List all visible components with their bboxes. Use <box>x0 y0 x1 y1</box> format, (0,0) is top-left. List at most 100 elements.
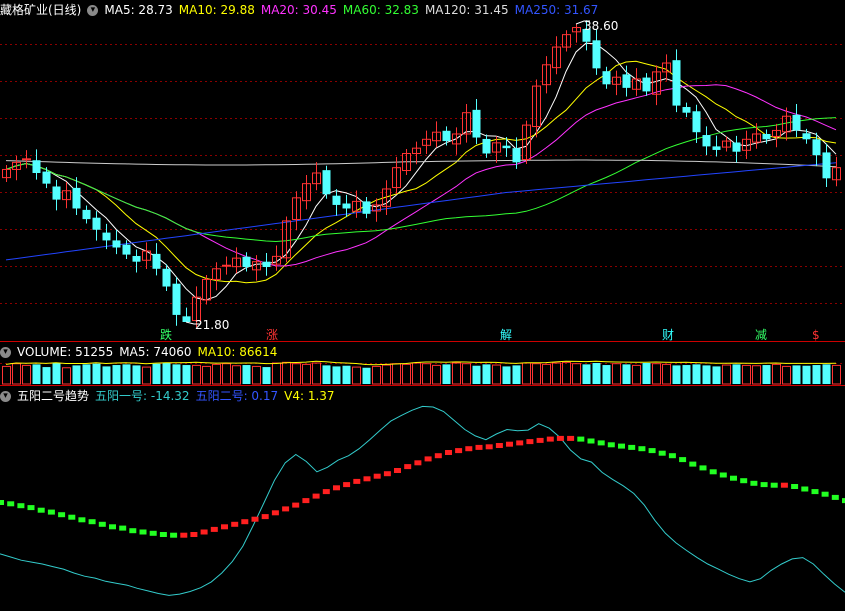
main-header: 藏格矿业(日线) ▾ MA5: 28.73 MA10: 29.88 MA20: 30.4… <box>0 1 610 19</box>
indicator-line1-label: 五阳一号: -14.32 <box>95 389 190 403</box>
volume-bar <box>792 365 801 384</box>
trend-block <box>445 450 452 455</box>
trend-block <box>404 464 412 470</box>
volume-bar <box>612 363 621 385</box>
trend-block <box>394 468 401 473</box>
indicator-line2-label: 五阳二号: 0.17 <box>195 389 279 403</box>
volume-bar <box>302 363 311 385</box>
event-marker[interactable]: 财 <box>662 328 674 342</box>
volume-bar <box>292 363 301 385</box>
event-marker[interactable]: $ <box>812 328 820 342</box>
volume-bar <box>582 364 591 384</box>
trend-block <box>373 473 381 479</box>
trend-block <box>506 441 513 447</box>
volume-bars <box>2 360 841 385</box>
volume-bar <box>212 363 221 385</box>
volume-bar <box>682 365 691 384</box>
trend-block <box>668 453 676 459</box>
candle-body <box>712 146 721 150</box>
volume-bar <box>252 365 261 385</box>
trend-block <box>221 524 228 530</box>
volume-bar <box>742 364 751 385</box>
trend-block <box>139 529 147 535</box>
trend-block <box>58 512 66 518</box>
trend-block <box>383 471 391 477</box>
volume-bar <box>502 366 511 384</box>
volume-bar <box>552 362 561 385</box>
trend-block <box>261 514 269 520</box>
volume-bar <box>282 361 291 385</box>
volume-bar <box>812 365 821 384</box>
event-marker[interactable]: 跌 <box>160 328 172 342</box>
chevron-down-icon[interactable]: ▾ <box>87 5 99 16</box>
trend-block <box>658 450 666 456</box>
trend-block <box>88 519 96 525</box>
volume-bar <box>342 365 351 384</box>
trend-block <box>37 507 45 513</box>
trend-block <box>119 525 127 531</box>
candle-body <box>792 114 801 131</box>
volume-bar <box>62 367 71 385</box>
volume-bar <box>772 363 781 385</box>
trend-block <box>760 482 768 488</box>
trend-block <box>363 476 371 482</box>
ma-legend-item: MA10: 29.88 <box>178 3 255 17</box>
candle-body <box>332 195 341 205</box>
candle-body <box>112 240 121 248</box>
trend-block <box>638 446 646 452</box>
volume-bar <box>22 364 31 385</box>
ma-legend-item: MA20: 30.45 <box>260 3 337 17</box>
trend-block <box>536 437 544 443</box>
candle-body <box>72 187 81 209</box>
volume-bar <box>632 364 641 385</box>
candle-body <box>42 171 51 184</box>
ma-legend-item: MA5: 28.73 <box>104 3 173 17</box>
trend-block <box>628 444 636 450</box>
trend-block <box>414 460 422 466</box>
candle-body <box>152 253 161 269</box>
trend-block <box>801 486 809 492</box>
event-marker[interactable]: 解 <box>500 328 512 342</box>
volume-bar <box>492 364 501 385</box>
event-marker[interactable]: 减 <box>755 328 767 342</box>
chevron-down-icon[interactable]: ▾ <box>0 347 11 358</box>
volume-bar <box>72 365 81 384</box>
volume-bar <box>142 366 151 385</box>
volume-bar <box>722 364 731 385</box>
trend-block <box>750 480 758 486</box>
candle-body <box>222 264 231 267</box>
trend-block <box>689 461 697 467</box>
volume-bar <box>182 365 191 384</box>
stock-name[interactable]: 藏格矿业(日线) <box>0 3 81 17</box>
trend-block <box>78 517 86 523</box>
volume-bar <box>122 364 131 384</box>
trend-block <box>180 532 188 538</box>
volume-bar <box>802 365 811 384</box>
volume-bar <box>442 364 451 384</box>
high-price-label: 38.60 <box>584 19 619 33</box>
trend-block <box>455 448 463 454</box>
volume-bar <box>572 363 581 385</box>
trend-block <box>109 524 116 530</box>
event-marker[interactable]: 涨 <box>266 328 278 342</box>
candle-body <box>802 133 811 140</box>
candle-body <box>512 148 521 163</box>
trend-block <box>353 478 361 484</box>
candle-body <box>22 158 31 161</box>
trend-block <box>831 494 839 500</box>
chevron-down-icon[interactable]: ▾ <box>0 391 11 402</box>
volume-bar <box>462 363 471 385</box>
volume-ma10: MA10: 86614 <box>197 345 278 359</box>
volume-bar <box>232 365 241 385</box>
indicator-lines <box>0 405 845 596</box>
trend-block <box>322 489 330 495</box>
volume-bar <box>12 363 21 385</box>
trend-block <box>98 521 106 527</box>
low-price-label: 21.80 <box>195 318 230 332</box>
trend-block <box>567 435 575 441</box>
trend-block <box>17 503 25 509</box>
ma-line <box>5 117 837 243</box>
volume-bar <box>732 364 741 384</box>
volume-bar <box>322 365 331 384</box>
trend-block <box>709 469 717 475</box>
